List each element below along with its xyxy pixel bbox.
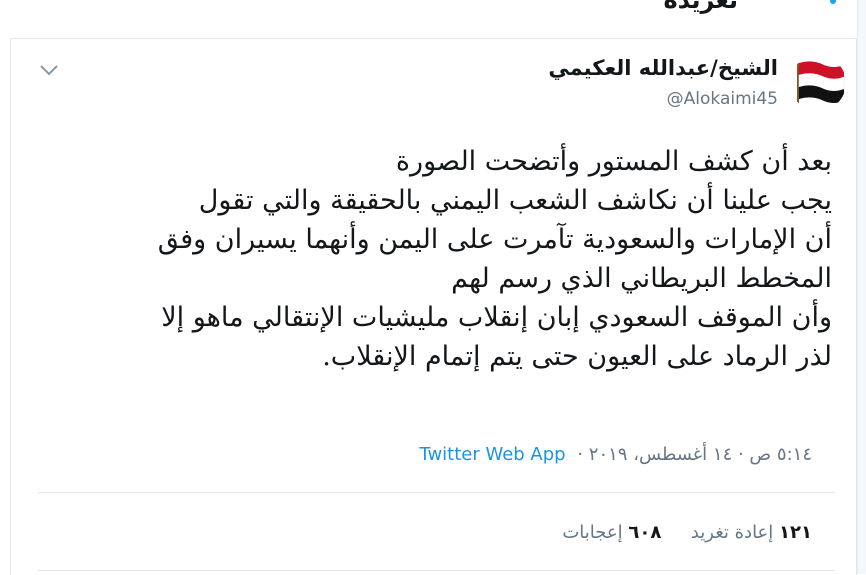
likes-label[interactable]: إعجابات	[562, 522, 622, 543]
scrollbar[interactable]	[857, 0, 866, 574]
tweet-line: يجب علينا أن نكاشف الشعب اليمني بالحقيقة…	[198, 185, 832, 216]
page-header: تغريدة	[0, 0, 866, 22]
author-name[interactable]: الشيخ/عبدالله العكيمي	[548, 56, 778, 80]
author-handle[interactable]: @Alokaimi45	[667, 89, 778, 109]
source-app-link[interactable]: Twitter Web App	[419, 444, 565, 465]
divider	[38, 570, 835, 571]
tweet-line: بعد أن كشف المستور وأتضحت الصورة	[395, 146, 832, 177]
tweet-line: لذر الرماد على العيون حتى يتم إتمام الإن…	[322, 341, 832, 372]
chevron-down-icon[interactable]	[38, 62, 60, 78]
avatar[interactable]	[790, 55, 846, 111]
retweets-count[interactable]: ١٢١	[779, 522, 812, 543]
page-title: تغريدة	[663, 0, 738, 14]
tweet-meta: ٥:١٤ ص · ١٤ أغسطس، ٢٠١٩ · Twitter Web Ap…	[419, 444, 812, 465]
notification-dot-icon	[830, 0, 836, 4]
tweet-line: المخطط البريطاني الذي رسم لهم	[451, 263, 832, 294]
retweets-label[interactable]: إعادة تغريد	[691, 522, 773, 543]
tweet-timestamp[interactable]: ٥:١٤ ص · ١٤ أغسطس، ٢٠١٩ ·	[577, 444, 812, 465]
tweet-line: أن الإمارات والسعودية تآمرت على اليمن وأ…	[157, 224, 832, 255]
tweet-line: وأن الموقف السعودي إبان إنقلاب مليشيات ا…	[161, 302, 832, 333]
tweet-stats: ١٢١ إعادة تغريد ٦٠٨ إعجابات	[562, 522, 812, 543]
divider	[38, 492, 835, 493]
tweet-text: بعد أن كشف المستور وأتضحت الصورة يجب علي…	[60, 142, 832, 376]
likes-count[interactable]: ٦٠٨	[628, 522, 661, 543]
